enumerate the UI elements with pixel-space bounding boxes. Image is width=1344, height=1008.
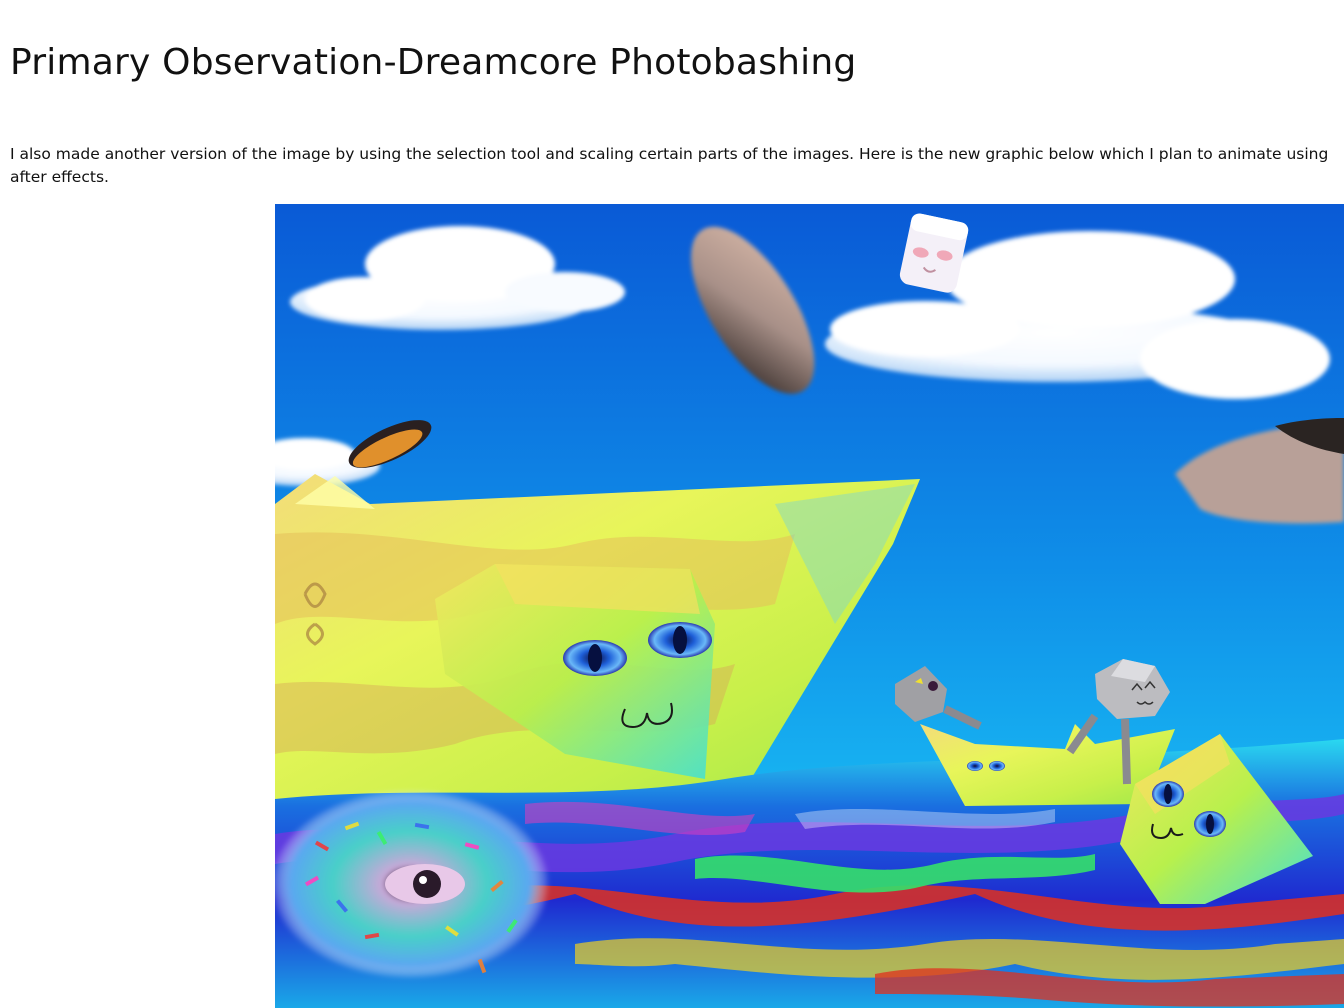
body-paragraph: I also made another version of the image… [10, 145, 1329, 186]
sprinkle-donut-eye [275, 789, 550, 979]
page-title: Primary Observation-Dreamcore Photobashi… [10, 42, 857, 83]
dreamcore-collage-image [275, 204, 1344, 1008]
